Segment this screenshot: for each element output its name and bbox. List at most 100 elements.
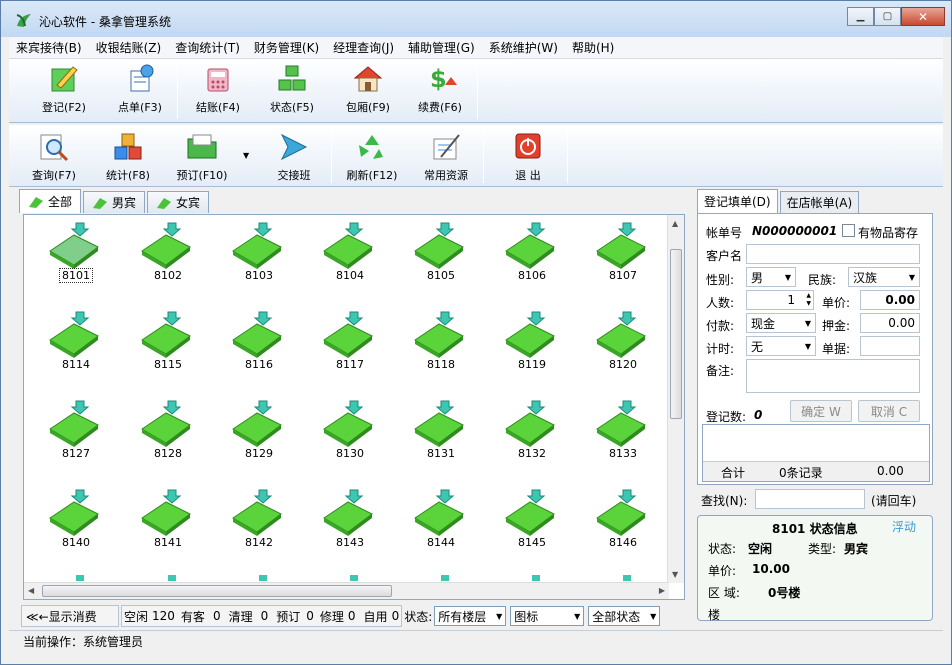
menu-finance[interactable]: 财务管理(K)	[247, 38, 326, 58]
room-8104[interactable]: 8104	[306, 219, 386, 299]
resources-button[interactable]: 常用资源	[409, 131, 483, 183]
menu-auxiliary[interactable]: 辅助管理(G)	[401, 38, 482, 58]
payment-select[interactable]: 现金 ▼	[746, 313, 816, 333]
order-button[interactable]: 点单(F3)	[103, 63, 177, 115]
exit-button[interactable]: 退 出	[491, 131, 565, 183]
room-8144[interactable]: 8144	[397, 486, 477, 566]
receipt-input[interactable]	[860, 336, 920, 356]
room-8101[interactable]: 8101	[32, 219, 112, 299]
minimize-button[interactable]: ▁	[847, 7, 874, 26]
price-label: 单价:	[822, 296, 851, 310]
query-button[interactable]: 查询(F7)	[17, 131, 91, 183]
room-8114[interactable]: 8114	[32, 308, 112, 388]
room-8140[interactable]: 8140	[32, 486, 112, 566]
room-8118[interactable]: 8118	[397, 308, 477, 388]
close-button[interactable]: ✕	[901, 7, 945, 26]
tab-male[interactable]: 男宾	[83, 191, 146, 213]
room-8117[interactable]: 8117	[306, 308, 386, 388]
room-8133[interactable]: 8133	[579, 397, 659, 477]
room-8130[interactable]: 8130	[306, 397, 386, 477]
menu-system[interactable]: 系统维护(W)	[482, 38, 565, 58]
checkout-button[interactable]: 结账(F4)	[181, 63, 255, 115]
view-select[interactable]: 图标 ▼	[510, 606, 585, 626]
room-8116[interactable]: 8116	[215, 308, 295, 388]
room-8105[interactable]: 8105	[397, 219, 477, 299]
booking-dropdown-arrow[interactable]: ▼	[243, 151, 249, 160]
people-stepper[interactable]: 1 ▲ ▼	[746, 290, 814, 310]
chevron-down-icon: ▼	[784, 272, 791, 282]
maximize-button[interactable]: ▢	[874, 7, 901, 26]
room-8120[interactable]: 8120	[579, 308, 659, 388]
horizontal-scrollbar[interactable]: ◀ ▶	[24, 582, 669, 599]
price-input[interactable]: 0.00	[860, 290, 920, 310]
room-8115[interactable]: 8115	[124, 308, 204, 388]
cancel-button[interactable]: 取消 C	[858, 400, 920, 422]
private-room-button[interactable]: 包厢(F9)	[331, 63, 405, 115]
deposit-money-input[interactable]: 0.00	[860, 313, 920, 333]
right-tabs: 登记填单(D) 在店帐单(A)	[697, 189, 861, 213]
room-number: 8115	[154, 358, 182, 371]
float-link[interactable]: 浮动	[892, 518, 916, 535]
note-textarea[interactable]	[746, 359, 920, 393]
tab-female[interactable]: 女宾	[147, 191, 210, 213]
green-leaf-icon	[93, 197, 108, 209]
room-icon	[323, 400, 373, 447]
room-8129[interactable]: 8129	[215, 397, 295, 477]
room-status-bar: ≪←显示消费 空闲 120 有客 0 清理 0 预订 0 修理 0 自用 0 状态: 所有楼…	[21, 604, 687, 628]
room-8107[interactable]: 8107	[579, 219, 659, 299]
room-8146[interactable]: 8146	[579, 486, 659, 566]
menu-help[interactable]: 帮助(H)	[565, 38, 621, 58]
confirm-button[interactable]: 确定 W	[790, 400, 852, 422]
tab-in-house-bills[interactable]: 在店帐单(A)	[779, 191, 860, 213]
room-number: 8104	[336, 269, 364, 282]
title-bar[interactable]: 沁心软件 - 桑拿管理系统 ▁ ▢ ✕	[1, 1, 951, 37]
scroll-thumb-h[interactable]	[42, 585, 392, 597]
room-icon	[49, 489, 99, 536]
room-8128[interactable]: 8128	[124, 397, 204, 477]
search-input[interactable]	[755, 489, 865, 509]
show-consumption-toggle[interactable]: ≪←显示消费	[21, 605, 119, 627]
deposit-checkbox[interactable]	[842, 224, 855, 237]
room-8132[interactable]: 8132	[488, 397, 568, 477]
menu-cashier[interactable]: 收银结账(Z)	[89, 38, 169, 58]
room-8127[interactable]: 8127	[32, 397, 112, 477]
room-number: 8140	[62, 536, 90, 549]
menu-reception[interactable]: 来宾接待(B)	[9, 38, 89, 58]
renew-button[interactable]: $ 续费(F6)	[403, 63, 477, 115]
register-button[interactable]: 登记(F2)	[27, 63, 101, 115]
timing-select[interactable]: 无 ▼	[746, 336, 816, 356]
vertical-scrollbar[interactable]: ▲ ▼	[667, 215, 684, 583]
status-button[interactable]: 状态(F5)	[255, 63, 329, 115]
shift-handover-button[interactable]: 交接班	[257, 131, 331, 183]
scroll-down-icon[interactable]: ▼	[672, 570, 678, 579]
tab-all[interactable]: 全部	[19, 189, 82, 213]
customer-input[interactable]	[746, 244, 920, 264]
room-8103[interactable]: 8103	[215, 219, 295, 299]
room-icon	[323, 489, 373, 536]
scroll-up-icon[interactable]: ▲	[672, 219, 678, 228]
menu-manager[interactable]: 经理查询(J)	[326, 38, 401, 58]
tab-registration-form[interactable]: 登记填单(D)	[697, 189, 778, 213]
floor-select[interactable]: 所有楼层 ▼	[434, 606, 507, 626]
scroll-left-icon[interactable]: ◀	[28, 586, 34, 595]
stepper-arrows-icon[interactable]: ▲ ▼	[806, 292, 811, 308]
room-8106[interactable]: 8106	[488, 219, 568, 299]
room-8142[interactable]: 8142	[215, 486, 295, 566]
room-8141[interactable]: 8141	[124, 486, 204, 566]
booking-button[interactable]: 预订(F10)	[165, 131, 239, 183]
menu-query[interactable]: 查询统计(T)	[168, 38, 247, 58]
status-filter-select[interactable]: 全部状态 ▼	[588, 606, 661, 626]
room-8143[interactable]: 8143	[306, 486, 386, 566]
room-8131[interactable]: 8131	[397, 397, 477, 477]
room-8119[interactable]: 8119	[488, 308, 568, 388]
ethnic-select[interactable]: 汉族 ▼	[848, 267, 920, 287]
room-8102[interactable]: 8102	[124, 219, 204, 299]
gender-label: 性别:	[706, 273, 735, 287]
statistics-button[interactable]: 统计(F8)	[91, 131, 165, 183]
scroll-thumb[interactable]	[670, 249, 682, 419]
refresh-button[interactable]: 刷新(F12)	[335, 131, 409, 183]
gender-select[interactable]: 男 ▼	[746, 267, 796, 287]
room-8145[interactable]: 8145	[488, 486, 568, 566]
room-icon	[141, 489, 191, 536]
scroll-right-icon[interactable]: ▶	[659, 586, 665, 595]
